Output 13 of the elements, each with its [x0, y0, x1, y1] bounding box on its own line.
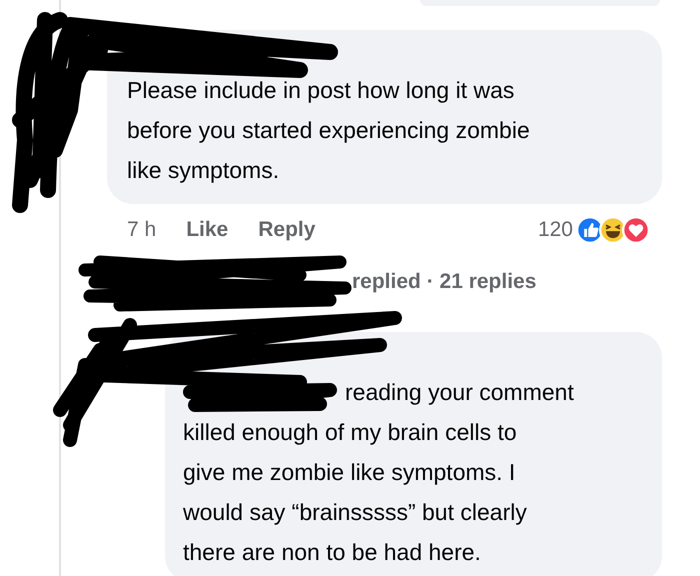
comment-text-line: Please include in post how long it was: [127, 76, 516, 105]
reply-text-line: reading your comment: [344, 378, 575, 407]
reply-text-line: would say “brainsssss” but clearly: [183, 498, 528, 527]
comment-time[interactable]: 7 h: [127, 218, 156, 242]
reply-text-line: give me zombie like symptoms. I: [183, 458, 516, 487]
comment-action-link[interactable]: Like: [186, 218, 228, 242]
comment-text-line: like symptoms.: [127, 156, 280, 185]
reaction-count[interactable]: 120: [538, 218, 573, 242]
reply-text-line: killed enough of my brain cells to: [183, 418, 518, 447]
replies-link[interactable]: replied · 21 replies: [352, 270, 536, 294]
reply-text-line: there are non to be had here.: [183, 538, 482, 567]
comment-text-line: before you started experiencing zombie: [127, 116, 531, 145]
comment-action-link[interactable]: Reply: [258, 218, 316, 242]
